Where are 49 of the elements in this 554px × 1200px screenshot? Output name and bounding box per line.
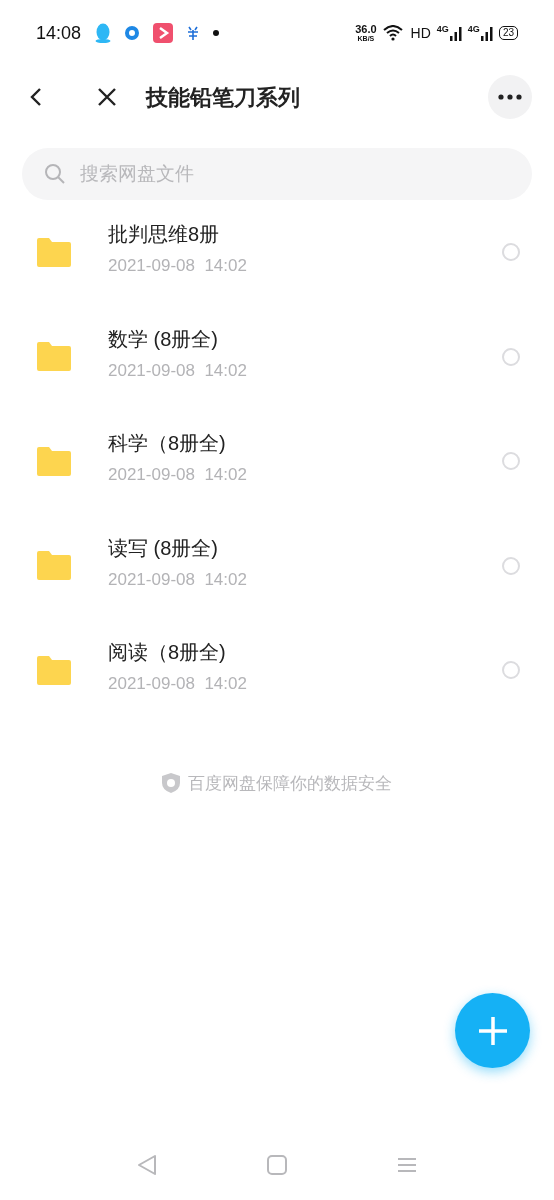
network-speed: 36.0 bbox=[355, 24, 377, 35]
folder-row[interactable]: 数学 (8册全) 2021-09-08 14:02 bbox=[0, 304, 554, 409]
folder-name: 阅读（8册全) bbox=[108, 640, 227, 666]
shield-icon bbox=[162, 773, 180, 794]
select-checkbox[interactable] bbox=[502, 347, 520, 366]
nav-home-icon[interactable] bbox=[267, 1155, 287, 1175]
hd-label: HD bbox=[410, 23, 431, 43]
back-icon bbox=[30, 87, 42, 107]
select-checkbox[interactable] bbox=[502, 661, 520, 680]
modified-date: 2021-09-08 14:02 bbox=[108, 255, 248, 278]
select-checkbox[interactable] bbox=[502, 452, 520, 471]
folder-row[interactable]: 阅读（8册全) 2021-09-08 14:02 bbox=[0, 618, 554, 723]
ring-icon bbox=[125, 26, 140, 40]
close-button[interactable] bbox=[96, 86, 118, 108]
folder-icon bbox=[37, 446, 71, 476]
play-app-icon bbox=[153, 23, 174, 43]
folder-row[interactable]: 读写 (8册全) 2021-09-08 14:02 bbox=[0, 513, 554, 618]
more-button[interactable] bbox=[488, 75, 532, 119]
more-icon bbox=[498, 94, 522, 100]
modified-date: 2021-09-08 14:02 bbox=[108, 359, 248, 382]
security-note: 百度网盘保障你的数据安全 bbox=[188, 772, 392, 795]
folder-name: 数学 (8册全) bbox=[108, 326, 219, 352]
status-time: 14:08 bbox=[36, 21, 82, 45]
folder-icon bbox=[37, 655, 71, 685]
folder-row[interactable]: 科学（8册全) 2021-09-08 14:02 bbox=[0, 409, 554, 514]
modified-date: 2021-09-08 14:02 bbox=[108, 568, 248, 591]
folder-name: 读写 (8册全) bbox=[108, 535, 219, 561]
folder-name: 科学（8册全) bbox=[108, 431, 227, 457]
search-field[interactable]: 搜索网盘文件 bbox=[22, 148, 532, 200]
folder-row[interactable]: 批判思维8册 2021-09-08 14:02 bbox=[0, 200, 554, 305]
select-checkbox[interactable] bbox=[502, 243, 520, 262]
page-title: 技能铅笔刀系列 bbox=[146, 83, 301, 112]
wifi-icon bbox=[382, 25, 405, 41]
modified-date: 2021-09-08 14:02 bbox=[108, 464, 248, 487]
folder-icon bbox=[37, 342, 71, 372]
battery-indicator: 23 bbox=[498, 26, 518, 40]
dot-icon bbox=[213, 30, 220, 36]
plus-icon bbox=[477, 1015, 508, 1046]
folder-icon bbox=[37, 551, 71, 581]
nav-back-icon[interactable] bbox=[137, 1154, 157, 1176]
app-glyph-icon bbox=[187, 26, 200, 40]
add-button[interactable] bbox=[455, 993, 530, 1068]
close-icon bbox=[97, 87, 117, 107]
nav-menu-icon[interactable] bbox=[397, 1157, 417, 1173]
folder-name: 批判思维8册 bbox=[108, 222, 221, 248]
folder-icon bbox=[37, 237, 71, 267]
modified-date: 2021-09-08 14:02 bbox=[108, 673, 248, 696]
select-checkbox[interactable] bbox=[502, 556, 520, 575]
search-icon bbox=[44, 163, 66, 185]
